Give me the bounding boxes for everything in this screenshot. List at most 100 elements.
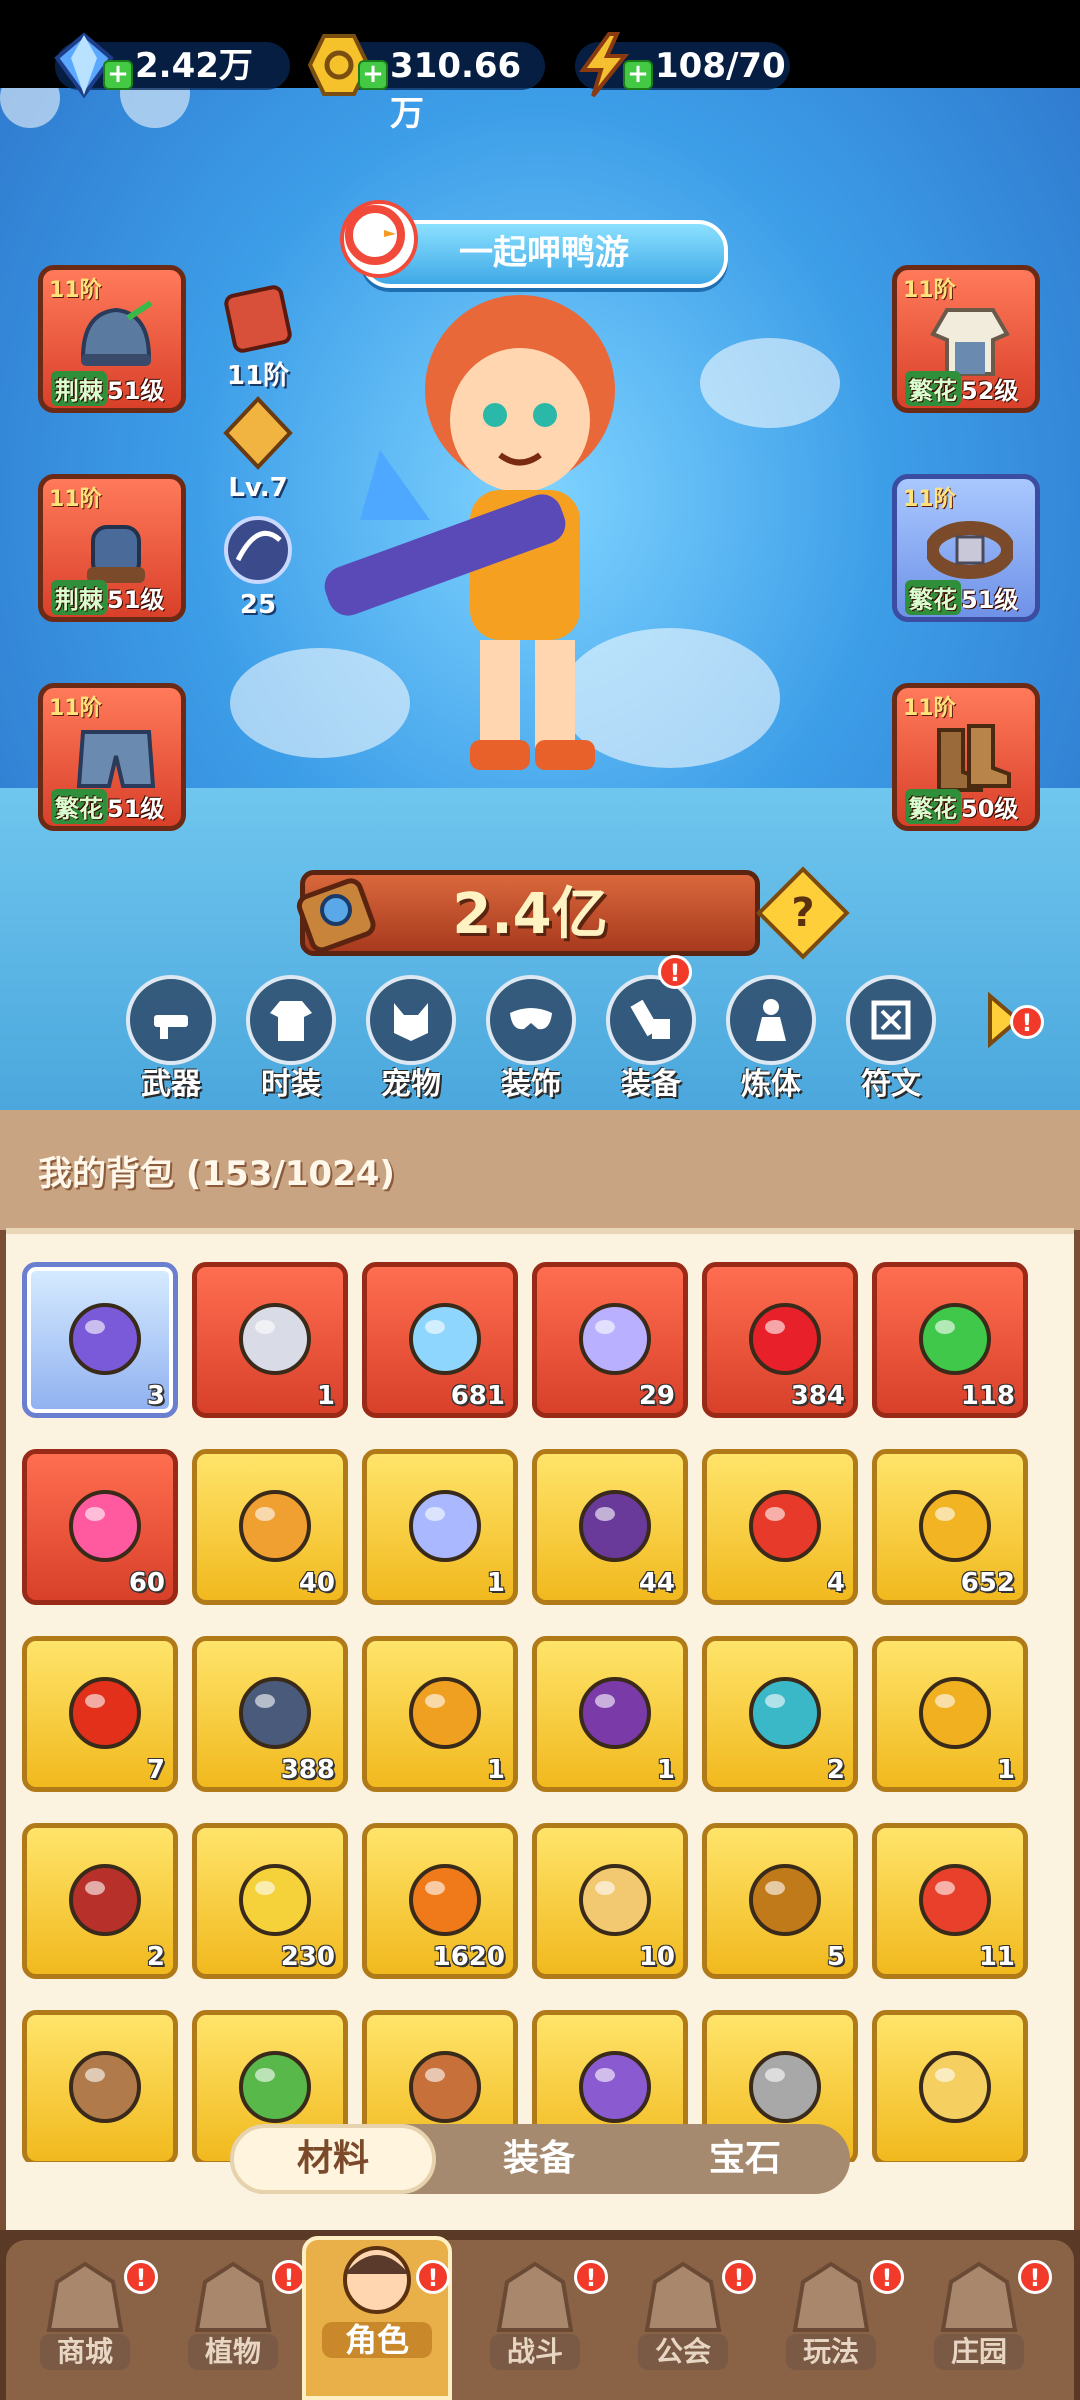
item-count: 10 (638, 1942, 675, 1972)
item-count: 11 (978, 1942, 1015, 1972)
equipment-icon (606, 975, 696, 1065)
bag-item[interactable]: 5 (702, 1823, 858, 1979)
orb-count-label: 25 (239, 590, 277, 620)
flame-icon (57, 1663, 153, 1759)
nav-alert-badge: ! (272, 2260, 306, 2294)
slot-level: 51级 (107, 377, 165, 405)
feature-decoration[interactable]: 装饰 (481, 975, 581, 1103)
tab-gems[interactable]: 宝石 (642, 2124, 848, 2194)
bag-item[interactable]: 652 (872, 1449, 1028, 1605)
item-count: 5 (826, 1942, 845, 1972)
item-count: 4 (826, 1568, 845, 1598)
feature-equipment[interactable]: 装备 (601, 975, 701, 1103)
bag-item[interactable]: 1 (872, 1636, 1028, 1792)
gold-currency[interactable]: + 310.66万 (307, 34, 545, 134)
orb-count[interactable]: 25 (208, 510, 308, 620)
bag-item[interactable]: 2 (702, 1636, 858, 1792)
equip-slot-shorts[interactable]: 11阶 繁花 51级 (38, 683, 186, 831)
guild-icon (635, 2252, 731, 2342)
bag-item[interactable]: 388 (192, 1636, 348, 1792)
feature-label: 时装 (261, 1067, 321, 1102)
nav-alert-badge: ! (574, 2260, 608, 2294)
equip-slot-helmet[interactable]: 11阶 荆棘 51级 (38, 265, 186, 413)
hero-character[interactable] (320, 280, 760, 800)
bag-item[interactable]: 3 (22, 1262, 178, 1418)
item-count: 1 (656, 1755, 675, 1785)
item-count: 1 (486, 1755, 505, 1785)
bag-item[interactable]: 40 (192, 1449, 348, 1605)
item-count: 40 (298, 1568, 335, 1598)
bag-item[interactable]: 4 (702, 1449, 858, 1605)
amber-gem-icon (397, 1663, 493, 1759)
bag-item[interactable] (22, 2010, 178, 2162)
bag-item[interactable]: 11 (872, 1823, 1028, 1979)
bag-item[interactable]: 384 (702, 1262, 858, 1418)
bag-item[interactable]: 230 (192, 1823, 348, 1979)
equip-slot-jacket[interactable]: 11阶 繁花 52级 (892, 265, 1040, 413)
equip-slot-belt[interactable]: 11阶 繁花 51级 (892, 474, 1040, 622)
slot-set-tag: 繁花 (905, 371, 961, 406)
bag-item[interactable]: 681 (362, 1262, 518, 1418)
plus-icon[interactable]: + (623, 60, 653, 90)
feature-rune[interactable]: 符文 (841, 975, 941, 1103)
bag-item[interactable]: 1 (362, 1449, 518, 1605)
feature-pet[interactable]: 宠物 (361, 975, 461, 1103)
orange-potion-icon (397, 1850, 493, 1946)
bag-item[interactable]: 29 (532, 1262, 688, 1418)
nav-alert-badge: ! (870, 2260, 904, 2294)
bag-item[interactable]: 2 (22, 1823, 178, 1979)
event-banner-label: 一起呷鸭游 (459, 233, 629, 273)
rune-icon (846, 975, 936, 1065)
slot-set-tag: 繁花 (905, 580, 961, 615)
backpack-icon (218, 275, 298, 355)
manor-icon (931, 2252, 1027, 2342)
pet-icon (366, 975, 456, 1065)
duck-float-icon (340, 200, 418, 278)
plus-icon[interactable]: + (103, 60, 133, 90)
feature-label: 装备 (621, 1067, 681, 1102)
item-count: 652 (960, 1568, 1015, 1598)
bag-item[interactable]: 10 (532, 1823, 688, 1979)
item-count: 1 (316, 1381, 335, 1411)
bag-grid: 3 1 681 29 384 118 60 40 1 44 4 652 7 388 1 1 2 1 2 230 1620… (22, 1262, 1042, 2162)
bag-item[interactable]: 1 (192, 1262, 348, 1418)
feature-label: 武器 (141, 1067, 201, 1102)
lemon-icon (227, 1850, 323, 1946)
backpack-stage[interactable]: 11阶 (208, 275, 308, 392)
bag-item[interactable]: 7 (22, 1636, 178, 1792)
slot-level: 51级 (107, 586, 165, 614)
feature-outfit[interactable]: 时装 (241, 975, 341, 1103)
tab-equipment[interactable]: 装备 (436, 2124, 642, 2194)
feature-body-refine[interactable]: 炼体 (721, 975, 821, 1103)
plus-icon[interactable]: + (358, 60, 388, 90)
item-count: 384 (790, 1381, 845, 1411)
bag-item[interactable]: 60 (22, 1449, 178, 1605)
crystal-level[interactable]: Lv.7 (208, 393, 308, 503)
feature-weapon[interactable]: 武器 (121, 975, 221, 1103)
more-alert-badge: ! (1010, 1005, 1044, 1039)
mushroom-icon (737, 1663, 833, 1759)
bag-item[interactable]: 1620 (362, 1823, 518, 1979)
gameplay-icon (783, 2252, 879, 2342)
bag-item[interactable]: 1 (362, 1636, 518, 1792)
water-drop-icon (397, 1476, 493, 1572)
equip-slot-boots[interactable]: 11阶 繁花 50级 (892, 683, 1040, 831)
purple-orb-icon (567, 1663, 663, 1759)
backpack-stage-label: 11阶 (226, 361, 290, 391)
bag-item[interactable]: 118 (872, 1262, 1028, 1418)
ore-icon (737, 1850, 833, 1946)
combat-power-value: 2.4亿 (452, 882, 608, 947)
bag-item[interactable]: 1 (532, 1636, 688, 1792)
shop-icon (37, 2252, 133, 2342)
fire-fruit-icon (57, 1476, 153, 1572)
energy-currency[interactable]: + 108/70 (575, 32, 790, 98)
power-badge-icon (290, 862, 390, 962)
bag-item[interactable]: 44 (532, 1449, 688, 1605)
equip-slot-gloves[interactable]: 11阶 荆棘 51级 (38, 474, 186, 622)
bag-item[interactable] (872, 2010, 1028, 2162)
weapon-icon (126, 975, 216, 1065)
diamond-currency[interactable]: + 2.42万 (54, 32, 290, 99)
tab-materials[interactable]: 材料 (230, 2124, 436, 2194)
feature-label: 装饰 (501, 1067, 561, 1102)
item-count: 1620 (432, 1942, 505, 1972)
